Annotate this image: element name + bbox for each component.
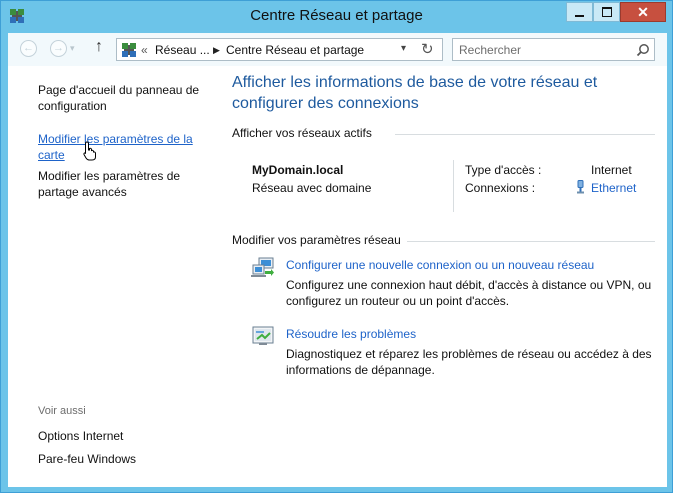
sidebar-link-internet-options[interactable]: Options Internet: [38, 428, 203, 444]
arrow-left-icon: ←: [23, 42, 34, 54]
active-networks-heading: Afficher vos réseaux actifs: [232, 126, 372, 140]
hand-cursor-icon: [83, 141, 96, 161]
arrow-right-icon: →: [53, 42, 64, 54]
connections-label: Connexions :: [465, 181, 536, 195]
address-bar[interactable]: « Réseau ... ▶ Centre Réseau et partage …: [116, 38, 443, 61]
breadcrumb-network-center[interactable]: Centre Réseau et partage: [226, 43, 364, 57]
setup-new-connection-description: Configurez une connexion haut débit, d'a…: [286, 278, 652, 308]
troubleshoot-icon: [252, 326, 274, 345]
search-box[interactable]: [452, 38, 655, 61]
title-bar[interactable]: Centre Réseau et partage ✕: [1, 1, 672, 33]
network-type: Réseau avec domaine: [252, 181, 372, 195]
maximize-icon: [601, 7, 612, 17]
minimize-button[interactable]: [566, 2, 593, 22]
ethernet-connection-link[interactable]: Ethernet: [591, 181, 636, 195]
troubleshoot-link[interactable]: Résoudre les problèmes: [286, 327, 416, 341]
up-button[interactable]: ↑: [95, 38, 103, 56]
sidebar-link-control-panel-home[interactable]: Page d'accueil du panneau de configurati…: [38, 82, 203, 114]
section-divider: [395, 134, 655, 135]
setup-new-connection-link[interactable]: Configurer une nouvelle connexion ou un …: [286, 258, 594, 272]
network-center-icon: [122, 43, 136, 57]
network-divider: [453, 160, 454, 212]
modify-settings-heading: Modifier vos paramètres réseau: [232, 233, 401, 247]
breadcrumb-separator[interactable]: ▶: [213, 45, 220, 56]
search-input[interactable]: [459, 41, 619, 58]
content-area: Page d'accueil du panneau de configurati…: [8, 66, 667, 487]
close-icon: ✕: [637, 4, 649, 20]
sidebar-link-adapter-settings[interactable]: Modifier les paramètres de la carte: [38, 131, 203, 163]
back-button[interactable]: ←: [20, 40, 37, 57]
window: Centre Réseau et partage ✕ ← → ▾ ↑ « Rés…: [0, 0, 673, 493]
access-type-value: Internet: [591, 163, 632, 177]
main-panel: Afficher les informations de base de vot…: [232, 66, 657, 487]
sidebar-link-advanced-sharing[interactable]: Modifier les paramètres de partage avanc…: [38, 168, 203, 200]
network-name: MyDomain.local: [252, 163, 344, 177]
see-also-heading: Voir aussi: [38, 405, 86, 417]
section-divider: [407, 241, 655, 242]
access-type-label: Type d'accès :: [465, 163, 542, 177]
troubleshoot-description: Diagnostiquez et réparez les problèmes d…: [286, 347, 652, 377]
minimize-icon: [575, 15, 584, 17]
ethernet-icon: [577, 180, 584, 194]
recent-locations-chevron-icon[interactable]: ▾: [70, 43, 75, 54]
page-title: Afficher les informations de base de vot…: [232, 74, 598, 112]
forward-button[interactable]: →: [50, 40, 67, 57]
close-button[interactable]: ✕: [620, 2, 666, 22]
breadcrumb-network[interactable]: Réseau ...: [155, 43, 210, 57]
sidebar-link-windows-firewall[interactable]: Pare-feu Windows: [38, 451, 203, 467]
search-icon[interactable]: [636, 43, 650, 57]
new-connection-icon: [251, 257, 274, 277]
refresh-icon[interactable]: ↻: [421, 40, 434, 58]
navigation-bar: ← → ▾ ↑ « Réseau ... ▶ Centre Réseau et …: [8, 33, 667, 66]
address-overflow-button[interactable]: «: [141, 43, 148, 57]
address-dropdown-icon[interactable]: ▾: [401, 43, 406, 54]
maximize-button[interactable]: [593, 2, 620, 22]
sidebar: Page d'accueil du panneau de configurati…: [8, 66, 203, 487]
